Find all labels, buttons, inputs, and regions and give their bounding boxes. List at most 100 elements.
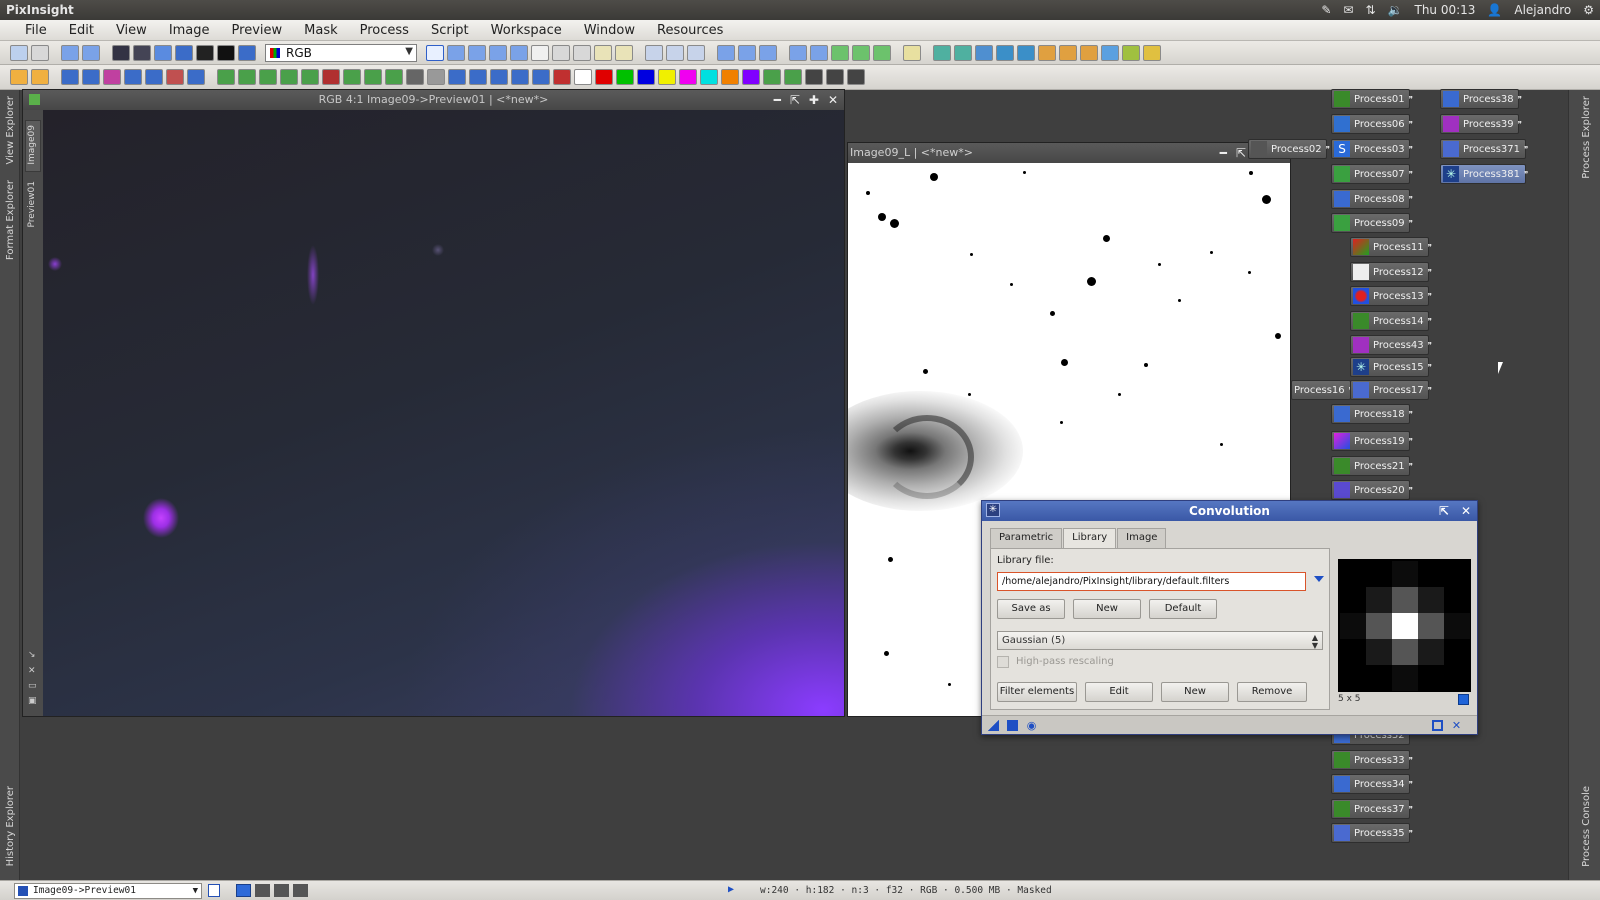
apply-icon[interactable] [1007,720,1018,731]
process-icon[interactable]: Process16❞ [1291,380,1353,400]
color-magenta-icon[interactable] [679,69,697,85]
nebula-image-view[interactable] [43,110,844,716]
open-icon[interactable] [10,69,28,85]
chroma-icon[interactable] [217,44,235,61]
screen-transfer-icon[interactable] [933,44,951,61]
color-cyan-icon[interactable] [700,69,718,85]
zoom-in-mode-icon[interactable] [510,44,528,61]
rotate-ccw-icon[interactable] [448,69,466,85]
process-explorer-tab[interactable]: Process Explorer [1581,96,1592,179]
window-tile-icon[interactable] [717,44,735,61]
clock[interactable]: Thu 00:13 [1414,3,1475,17]
process-console-tab[interactable]: Process Console [1581,786,1592,867]
format-explorer-tab[interactable]: Format Explorer [5,180,16,260]
tab-library[interactable]: Library [1063,528,1117,548]
workspace-1-icon[interactable] [789,44,807,61]
mask-icon[interactable] [831,44,849,61]
statistics-icon[interactable] [1101,44,1119,61]
color-red-icon[interactable] [595,69,613,85]
edit-icon[interactable]: ✎ [1321,3,1331,17]
view-mode-icon[interactable] [208,884,220,897]
display-mode-4-icon[interactable] [293,884,308,897]
dialog-title-bar[interactable]: ✳ Convolution ⇱ ✕ [982,501,1477,521]
minimize-icon[interactable]: ━ [1220,143,1227,163]
display-mode-1-icon[interactable] [236,884,251,897]
link-tool-icon[interactable]: ▭ [28,681,37,691]
readout-icon[interactable] [645,44,663,61]
shade-icon[interactable]: ⇱ [1439,501,1449,521]
workspace-2-icon[interactable] [810,44,828,61]
undo-icon[interactable] [10,44,28,61]
maximize-icon[interactable]: ✚ [809,90,819,110]
process-icon[interactable]: Process08 ❞ [1331,189,1413,209]
process-icon[interactable]: Process35 ❞ [1331,823,1413,843]
display-icon[interactable] [238,44,256,61]
curves-icon[interactable] [1122,44,1140,61]
history-icon[interactable] [1038,44,1056,61]
redo-icon[interactable] [31,44,49,61]
frame-tool-icon[interactable]: ▣ [28,696,37,706]
process-icon[interactable]: Process07 ❞ [1331,164,1413,184]
track-view-icon[interactable] [1432,720,1443,731]
edit-button[interactable]: Edit [1085,682,1153,702]
color-space-select[interactable]: RGB ▼ [265,43,417,62]
network-icon[interactable]: ⇅ [1365,3,1375,17]
color-violet-icon[interactable] [742,69,760,85]
new-image-icon[interactable] [61,44,79,61]
user-name[interactable]: Alejandro [1514,3,1571,17]
menu-resources[interactable]: Resources [646,23,734,38]
save-as-icon[interactable] [82,69,100,85]
play-icon[interactable]: ▶ [728,884,734,895]
process-icon[interactable]: Process33 ❞ [1331,750,1413,770]
histogram-icon[interactable] [1143,44,1161,61]
clear-icon[interactable] [574,69,592,85]
layer-3-icon[interactable] [805,69,823,85]
menu-edit[interactable]: Edit [58,23,105,38]
process-icon[interactable]: Process43 ❞ [1350,335,1432,355]
clone-icon[interactable] [343,69,361,85]
reset-icon[interactable]: ✕ [1451,720,1462,731]
process-icon[interactable]: Process34 ❞ [1331,774,1413,794]
process-icon[interactable]: Process11 ❞ [1350,237,1432,257]
auto-stretch-icon[interactable] [954,44,972,61]
settings-gear-icon[interactable]: ⚙ [1583,3,1594,17]
history-3-icon[interactable] [1080,44,1098,61]
filter-select[interactable]: Gaussian (5) ▲ ▼ [997,631,1323,650]
layer-5-icon[interactable] [847,69,865,85]
process-icon[interactable]: Process21 ❞ [1331,456,1413,476]
process-icon[interactable]: ✳ Process15 ❞ [1350,357,1432,377]
process-icon[interactable]: Process13 ❞ [1350,286,1432,306]
menu-process[interactable]: Process [349,23,420,38]
filter-elements-button[interactable]: Filter elements [997,682,1077,702]
gray-2-icon[interactable] [427,69,445,85]
menu-script[interactable]: Script [420,23,480,38]
process-icon[interactable]: Process01 ❞ [1331,89,1413,109]
window-arrange-icon[interactable] [759,44,777,61]
process-icon[interactable]: Process17 ❞ [1350,380,1432,400]
preview-edit-icon[interactable] [552,44,570,61]
paste-icon[interactable] [364,69,382,85]
zoom-tool-icon[interactable]: ↘ [28,650,36,660]
duplicate-icon[interactable] [82,44,100,61]
new-instance-icon[interactable] [988,720,999,731]
process-icon[interactable]: Process39 ❞ [1440,114,1522,134]
process-icon[interactable]: Process371 ❞ [1440,139,1528,159]
menu-window[interactable]: Window [573,23,646,38]
close-image-icon[interactable] [103,69,121,85]
shade-icon[interactable]: ⇱ [790,90,800,110]
readout-3-icon[interactable] [687,44,705,61]
process-icon[interactable]: Process37 ❞ [1331,799,1413,819]
menu-image[interactable]: Image [158,23,221,38]
view-explorer-tab[interactable]: View Explorer [5,96,16,165]
dropdown-arrow-icon[interactable] [1314,576,1324,582]
color-yellow-icon[interactable] [658,69,676,85]
channel-extract-icon[interactable] [301,69,319,85]
display-mode-2-icon[interactable] [255,884,270,897]
history-explorer-tab[interactable]: History Explorer [5,786,16,866]
readout-2-icon[interactable] [666,44,684,61]
default-button[interactable]: Default [1149,599,1217,619]
image-properties-icon[interactable] [124,69,142,85]
new-preview-icon[interactable] [531,44,549,61]
save-as-button[interactable]: Save as [997,599,1065,619]
close-icon[interactable]: ✕ [828,90,838,110]
